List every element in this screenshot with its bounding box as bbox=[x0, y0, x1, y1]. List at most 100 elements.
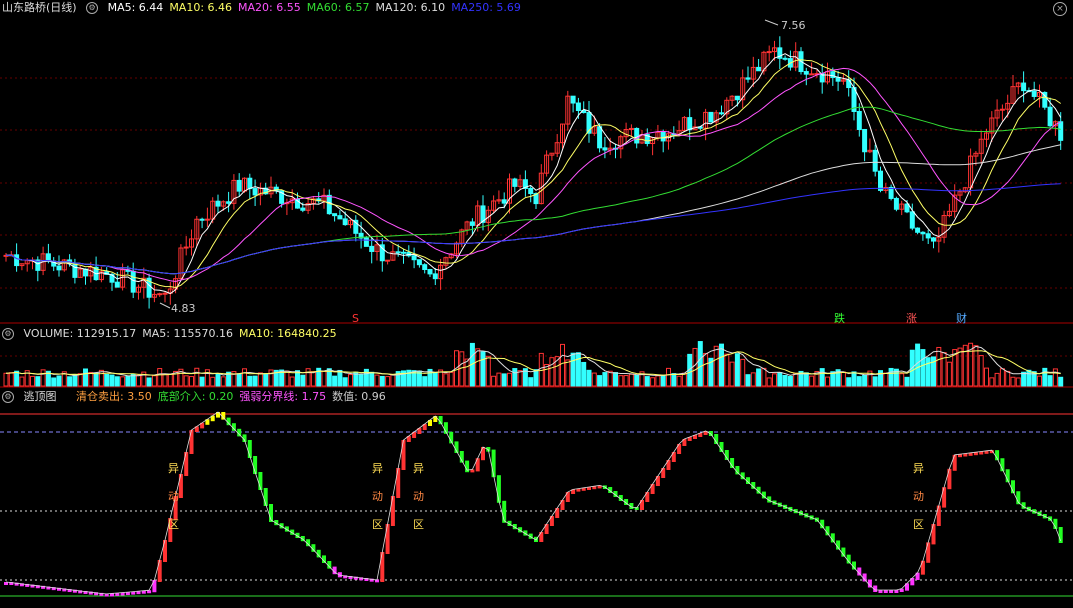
indicator-bar bbox=[390, 496, 395, 526]
volume-bar bbox=[120, 376, 126, 387]
ma-line-3 bbox=[5, 106, 1061, 275]
candle-body bbox=[56, 265, 62, 271]
volume-bar bbox=[560, 343, 565, 387]
volume-bar bbox=[565, 359, 571, 387]
candle-body bbox=[782, 57, 788, 60]
volume-bar bbox=[719, 343, 724, 387]
volume-bar bbox=[358, 374, 364, 387]
volume-bar bbox=[734, 353, 740, 387]
volume-bar bbox=[374, 374, 380, 387]
candle-body bbox=[422, 264, 428, 271]
volume-bar bbox=[215, 373, 221, 387]
volume-bar bbox=[1015, 377, 1021, 387]
candle-body bbox=[114, 281, 120, 288]
volume-bar bbox=[183, 375, 189, 387]
volume-bar bbox=[872, 376, 878, 387]
volume-bar bbox=[713, 345, 719, 387]
volume-bar bbox=[692, 347, 698, 387]
volume-bar bbox=[904, 376, 910, 387]
candle-body bbox=[501, 199, 507, 204]
volume-bar bbox=[697, 341, 703, 387]
volume-bar bbox=[549, 357, 555, 387]
volume-bar bbox=[973, 345, 979, 387]
candle-body bbox=[835, 77, 841, 82]
volume-bars bbox=[3, 341, 1064, 387]
candle-body bbox=[909, 211, 915, 229]
zone-label-qu: 区 bbox=[372, 518, 383, 531]
candle-body bbox=[83, 268, 88, 277]
volume-bar bbox=[1026, 369, 1032, 387]
volume-bar bbox=[443, 373, 449, 387]
candle-body bbox=[401, 251, 406, 254]
low-price-label: 4.83 bbox=[171, 302, 196, 315]
volume-bar bbox=[899, 373, 905, 387]
chart-canvas[interactable]: 7.56 4.83 S 跌 涨 财异动区 异动区 异动区 异动区 bbox=[0, 0, 1073, 608]
volume-bar bbox=[681, 372, 687, 387]
indicator-bar bbox=[883, 590, 888, 593]
candle-body bbox=[157, 293, 163, 296]
candle-body bbox=[183, 246, 189, 249]
volume-bar bbox=[289, 376, 295, 387]
signal-marker-die: 跌 bbox=[834, 311, 845, 325]
volume-bar bbox=[189, 376, 194, 387]
volume-bar bbox=[300, 374, 306, 387]
signal-marker-s: S bbox=[352, 312, 359, 325]
candle-body bbox=[660, 131, 666, 142]
zone-label-dong: 动 bbox=[913, 490, 924, 503]
volume-bar bbox=[30, 375, 35, 387]
volume-bar bbox=[756, 368, 762, 387]
volume-bar bbox=[501, 373, 507, 387]
candle-body bbox=[416, 259, 422, 266]
candle-body bbox=[395, 251, 401, 254]
volume-bar bbox=[782, 375, 788, 387]
zone-label-dong: 动 bbox=[372, 490, 383, 503]
ma-line-2 bbox=[5, 67, 1061, 283]
volume-bar bbox=[464, 358, 470, 387]
candle-body bbox=[862, 128, 868, 153]
volume-bar bbox=[242, 368, 247, 387]
volume-bar bbox=[570, 352, 576, 387]
volume-bar bbox=[1058, 376, 1064, 387]
candle-body bbox=[931, 237, 936, 242]
candle-body bbox=[363, 237, 369, 247]
volume-bar bbox=[989, 377, 995, 387]
volume-bar bbox=[1042, 367, 1048, 387]
volume-bar bbox=[136, 374, 141, 387]
volume-bar bbox=[777, 372, 783, 387]
candle-body bbox=[575, 102, 581, 111]
indicator-bar bbox=[184, 452, 189, 476]
zone-label-yi: 异 bbox=[413, 462, 424, 475]
volume-bar bbox=[8, 372, 14, 387]
zone-label-qu: 区 bbox=[413, 518, 424, 531]
volume-bar bbox=[655, 375, 661, 387]
volume-bar bbox=[575, 352, 581, 387]
indicator-bar bbox=[942, 487, 947, 508]
candle-body bbox=[893, 197, 899, 210]
volume-bar bbox=[146, 377, 152, 387]
volume-bar bbox=[3, 372, 9, 387]
volume-bar bbox=[220, 376, 226, 387]
indicator-bar bbox=[401, 440, 406, 470]
indicator-bar bbox=[931, 524, 936, 545]
ma-line-0 bbox=[5, 53, 1062, 295]
candle-body bbox=[687, 117, 693, 131]
candle-body bbox=[878, 170, 883, 191]
volume-bar bbox=[676, 375, 682, 387]
candle-body bbox=[369, 245, 375, 252]
volume-bar bbox=[856, 376, 862, 387]
zone-label-yi: 异 bbox=[168, 462, 179, 475]
candle-body bbox=[1047, 106, 1053, 127]
volume-bar bbox=[793, 372, 799, 387]
candle-body bbox=[1021, 82, 1027, 92]
signal-marker-zhang: 涨 bbox=[906, 312, 917, 325]
volume-bar bbox=[729, 361, 735, 387]
volume-bar bbox=[597, 375, 603, 387]
candle-body bbox=[247, 177, 253, 190]
volume-bar bbox=[660, 374, 666, 387]
volume-bar bbox=[162, 373, 168, 387]
candle-body bbox=[745, 77, 751, 80]
zone-label-dong: 动 bbox=[413, 490, 424, 503]
candle-body bbox=[332, 213, 338, 217]
volume-bar bbox=[946, 361, 952, 387]
volume-bar bbox=[337, 369, 343, 387]
